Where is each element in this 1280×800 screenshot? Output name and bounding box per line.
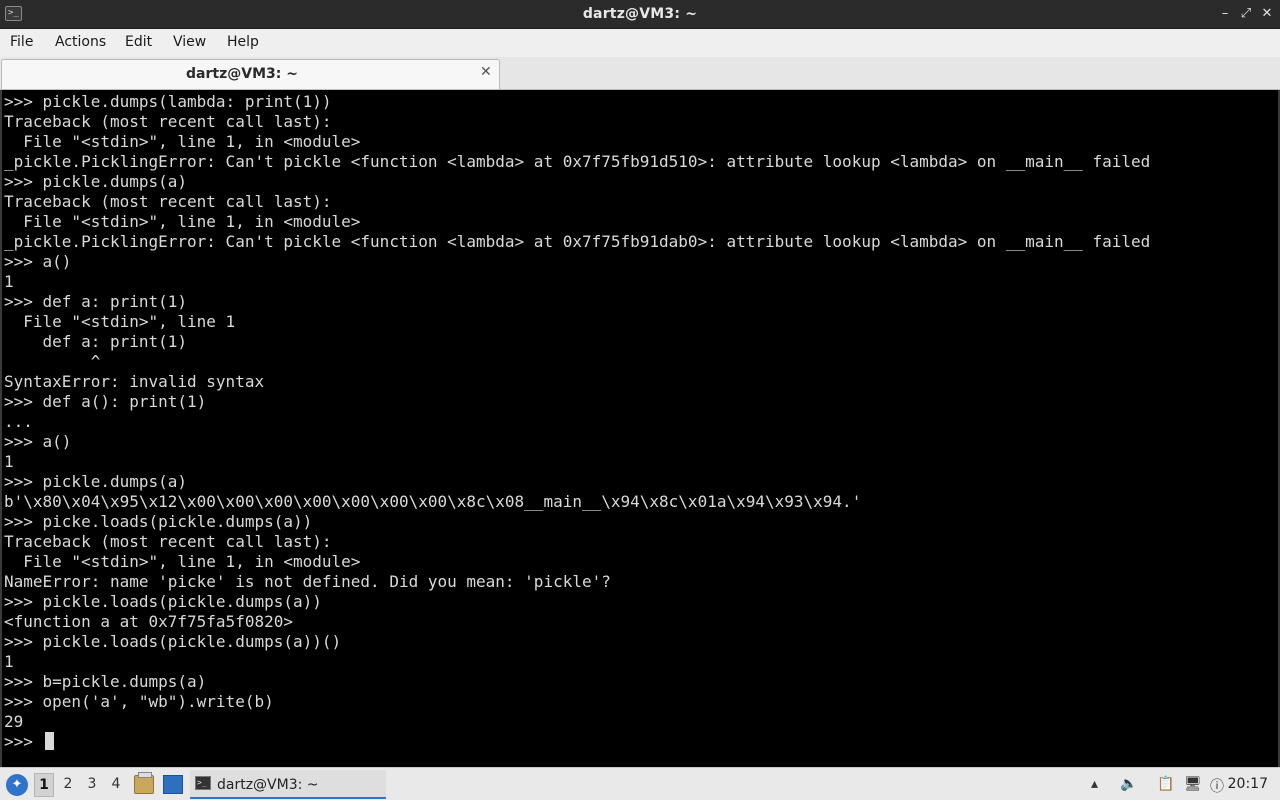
terminal-line: >>> open('a', "wb").write(b) — [4, 692, 274, 711]
terminal-line: NameError: name 'picke' is not defined. … — [4, 572, 611, 591]
terminal-line: _pickle.PicklingError: Can't pickle <fun… — [4, 152, 1151, 171]
terminal-line: _pickle.PicklingError: Can't pickle <fun… — [4, 232, 1151, 251]
terminal-line: >>> picke.loads(pickle.dumps(a)) — [4, 512, 313, 531]
taskbar: ✦ 1 2 3 4 >_ dartz@VM3: ~ ▴ 🔈 📋 🖥 ⓘ 20:1… — [0, 767, 1280, 800]
workspace-1[interactable]: 1 — [34, 773, 54, 797]
terminal-line: SyntaxError: invalid syntax — [4, 372, 265, 391]
terminal-line: >>> a() — [4, 252, 72, 271]
clock[interactable]: 20:17 — [1228, 776, 1268, 792]
terminal-line: 1 — [4, 652, 14, 671]
volume-icon[interactable]: 🔈 — [1120, 776, 1137, 792]
terminal-line: >>> pickle.loads(pickle.dumps(a)) — [4, 592, 322, 611]
file-manager-icon[interactable] — [134, 772, 154, 794]
terminal-prompt: >>> — [4, 732, 43, 751]
update-notifier-icon[interactable]: ⓘ — [1210, 776, 1224, 796]
terminal-line: ^ — [4, 352, 101, 371]
terminal-line: ... — [4, 412, 33, 431]
terminal-line: def a: print(1) — [4, 332, 188, 351]
menu-file[interactable]: File — [10, 34, 33, 50]
text-cursor — [44, 732, 54, 750]
terminal-line: 1 — [4, 452, 14, 471]
terminal-line: File "<stdin>", line 1 — [4, 312, 236, 331]
workspace-2[interactable]: 2 — [58, 776, 78, 792]
taskbar-task-terminal[interactable]: >_ dartz@VM3: ~ — [190, 770, 386, 799]
terminal-line: <function a at 0x7f75fa5f0820> — [4, 612, 293, 631]
terminal-line: >>> pickle.dumps(a) — [4, 172, 188, 191]
workspace-3[interactable]: 3 — [82, 776, 102, 792]
terminal-prompt-line[interactable]: >>> — [4, 732, 1150, 752]
terminal-line: b'\x80\x04\x95\x12\x00\x00\x00\x00\x00\x… — [4, 492, 862, 511]
terminal-line: File "<stdin>", line 1, in <module> — [4, 212, 361, 231]
terminal-line: >>> pickle.dumps(a) — [4, 472, 188, 491]
terminal-line: >>> def a(): print(1) — [4, 392, 207, 411]
restore-button[interactable]: ⤢ — [1237, 4, 1255, 24]
close-button[interactable]: ✕ — [1258, 4, 1276, 24]
terminal-line: Traceback (most recent call last): — [4, 112, 332, 131]
minimize-button[interactable]: – — [1216, 4, 1234, 24]
terminal-line: 29 — [4, 712, 24, 731]
task-label: dartz@VM3: ~ — [217, 777, 319, 793]
menu-view[interactable]: View — [173, 34, 206, 50]
terminal-line: Traceback (most recent call last): — [4, 192, 332, 211]
terminal-line: >>> def a: print(1) — [4, 292, 188, 311]
terminal-line: >>> b=pickle.dumps(a) — [4, 672, 207, 691]
terminal-line: File "<stdin>", line 1, in <module> — [4, 132, 361, 151]
terminal-icon: >_ — [195, 776, 211, 790]
window-title: dartz@VM3: ~ — [582, 6, 698, 22]
menu-actions[interactable]: Actions — [55, 34, 106, 50]
window-titlebar[interactable]: >_ dartz@VM3: ~ – ⤢ ✕ — [0, 0, 1280, 29]
terminal-line: >>> pickle.loads(pickle.dumps(a))() — [4, 632, 342, 651]
menu-help[interactable]: Help — [227, 34, 259, 50]
lxqt-menu-icon[interactable]: ✦ — [6, 774, 28, 796]
menu-edit[interactable]: Edit — [125, 34, 152, 50]
tab-terminal[interactable]: dartz@VM3: ~ ✕ — [1, 59, 500, 89]
terminal-lines: >>> pickle.dumps(lambda: print(1)) Trace… — [4, 92, 1150, 752]
terminal-output[interactable]: >>> pickle.dumps(lambda: print(1)) Trace… — [0, 90, 1280, 767]
network-icon[interactable]: 🖥 — [1184, 776, 1202, 792]
menu-bar: File Actions Edit View Help — [0, 29, 1280, 57]
workspace-4[interactable]: 4 — [106, 776, 126, 792]
terminal-line: Traceback (most recent call last): — [4, 532, 332, 551]
clipboard-icon[interactable]: 📋 — [1157, 776, 1174, 792]
terminal-line: >>> a() — [4, 432, 72, 451]
tab-title: dartz@VM3: ~ — [186, 66, 298, 82]
tab-close-icon[interactable]: ✕ — [480, 64, 492, 80]
terminal-line: >>> pickle.dumps(lambda: print(1)) — [4, 92, 332, 111]
tray-expand-icon[interactable]: ▴ — [1091, 776, 1098, 792]
tab-bar: dartz@VM3: ~ ✕ — [0, 57, 1280, 90]
terminal-line: 1 — [4, 272, 14, 291]
terminal-line: File "<stdin>", line 1, in <module> — [4, 552, 361, 571]
show-desktop-icon[interactable] — [163, 775, 183, 794]
